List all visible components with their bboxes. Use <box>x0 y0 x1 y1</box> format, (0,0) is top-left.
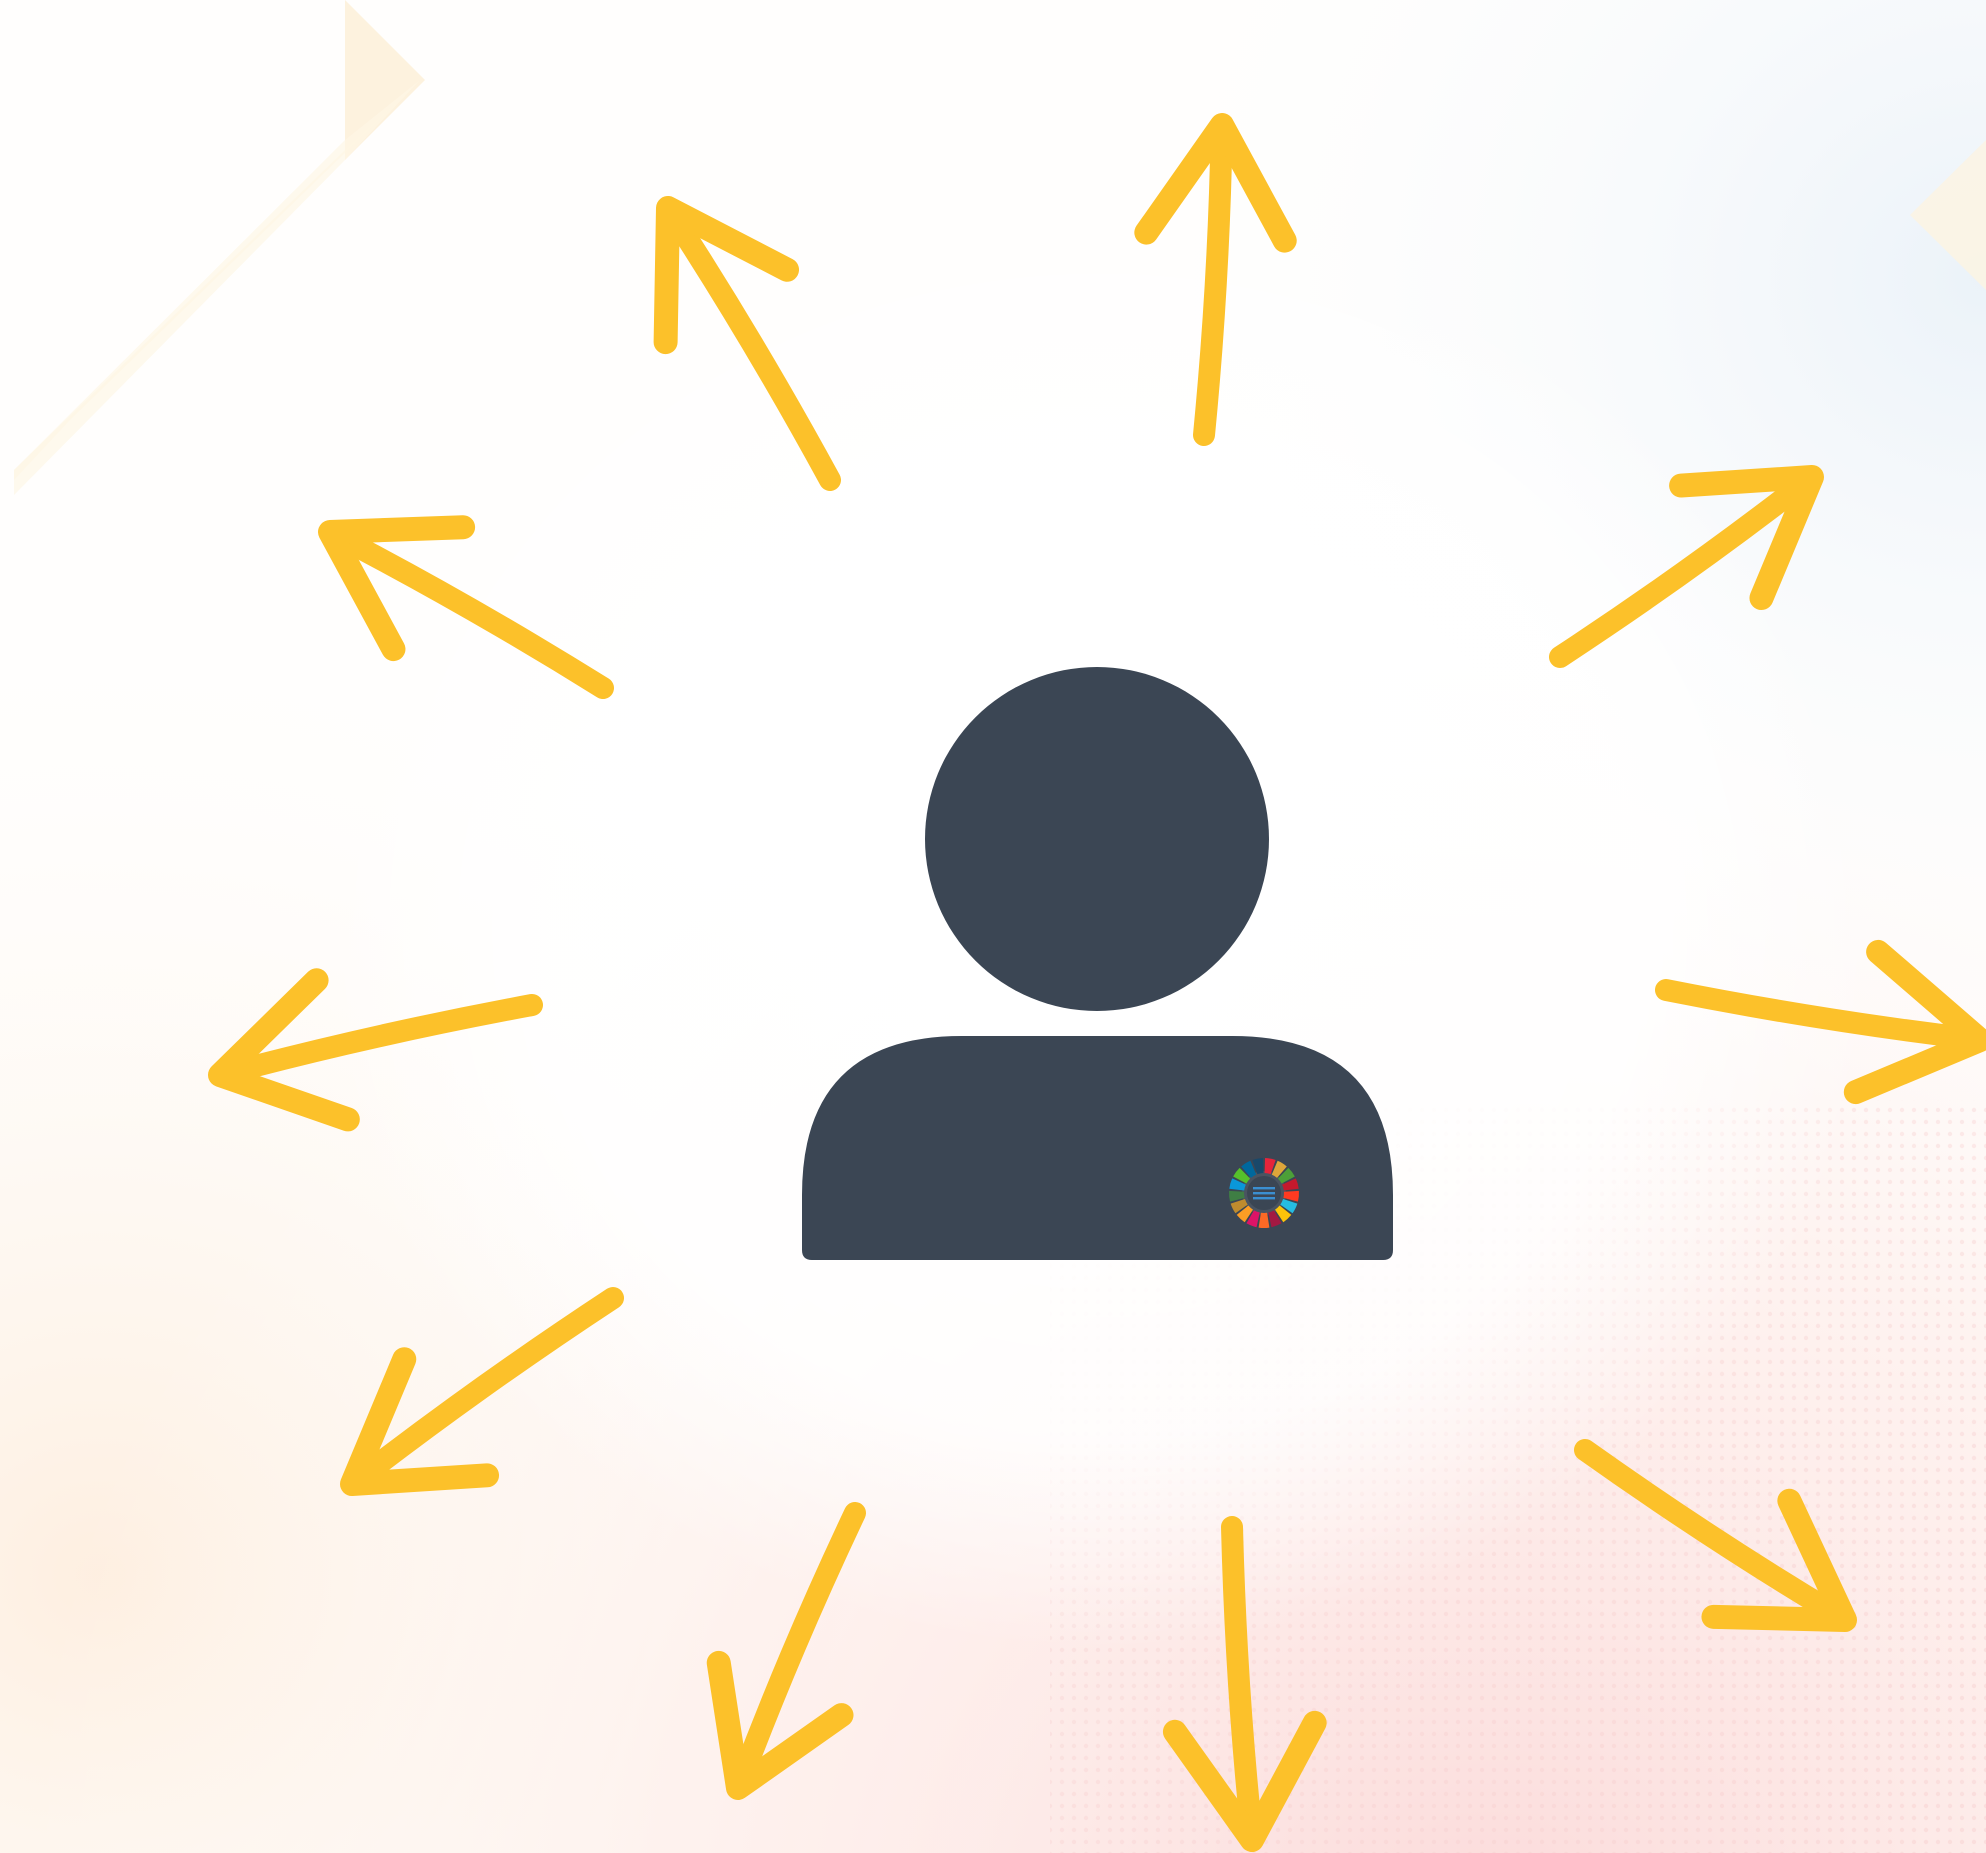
person-head <box>925 667 1269 1011</box>
sdg-text-line <box>1253 1187 1275 1190</box>
sdg-text-line <box>1253 1192 1275 1195</box>
illustration-canvas <box>0 0 1986 1853</box>
person-body <box>802 1036 1393 1260</box>
sdg-text-line <box>1253 1197 1275 1200</box>
